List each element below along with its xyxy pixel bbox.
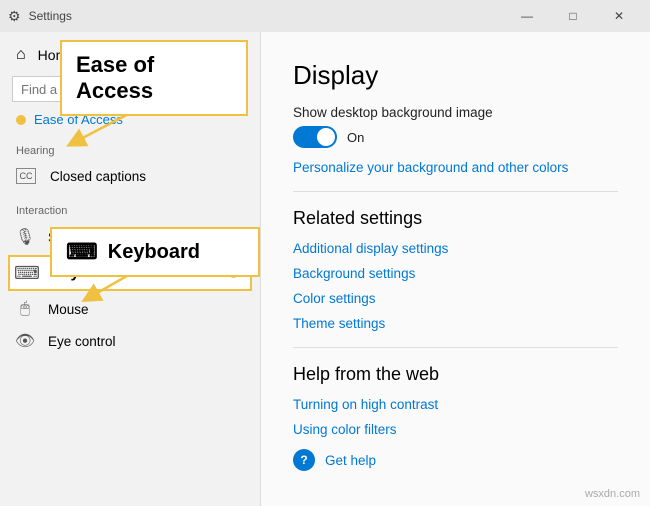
- home-icon: ⌂: [16, 46, 26, 64]
- section-label-hearing: Hearing: [0, 131, 260, 161]
- breadcrumb-dot: [16, 115, 26, 125]
- toggle-label: On: [347, 130, 364, 145]
- mouse-icon: 🖱: [16, 300, 34, 318]
- color-filters-link[interactable]: Using color filters: [293, 422, 618, 437]
- related-settings-title: Related settings: [293, 208, 618, 229]
- show-bg-row: Show desktop background image: [293, 105, 618, 120]
- closed-captions-icon: CC: [16, 168, 36, 184]
- sidebar-item-mouse[interactable]: 🖱 Mouse: [0, 293, 260, 325]
- background-settings-link[interactable]: Background settings: [293, 266, 618, 281]
- help-icon: ?: [293, 449, 315, 471]
- callout-ease-of-access: Ease of Access: [60, 40, 248, 116]
- page-title: Display: [293, 60, 618, 91]
- watermark: wsxdn.com: [585, 488, 640, 500]
- speech-icon: 🎙: [16, 228, 34, 246]
- background-toggle[interactable]: [293, 126, 337, 148]
- toggle-row: On: [293, 126, 618, 148]
- help-from-web-title: Help from the web: [293, 364, 618, 385]
- callout-ease-text: Ease of Access: [76, 52, 154, 103]
- get-help-link[interactable]: Get help: [325, 453, 376, 468]
- divider-1: [293, 191, 618, 192]
- sidebar-item-label: Closed captions: [50, 169, 146, 184]
- personalize-link[interactable]: Personalize your background and other co…: [293, 160, 618, 175]
- callout-keyboard: ⌨ Keyboard: [50, 227, 260, 277]
- title-bar-text: Settings: [29, 9, 72, 23]
- app-container: ⌂ Home 🔍 Ease of Access Hearing CC Close…: [0, 32, 650, 506]
- show-bg-label: Show desktop background image: [293, 105, 493, 120]
- color-settings-link[interactable]: Color settings: [293, 291, 618, 306]
- sidebar-item-label: Eye control: [48, 334, 116, 349]
- sidebar-item-eye-control[interactable]: 👁 Eye control: [0, 325, 260, 357]
- callout-keyboard-text: Keyboard: [108, 241, 200, 264]
- section-label-interaction: Interaction: [0, 191, 260, 221]
- sidebar-item-label: Mouse: [48, 302, 89, 317]
- main-panel: Display Show desktop background image On…: [260, 32, 650, 506]
- eye-control-icon: 👁: [16, 332, 34, 350]
- minimize-button[interactable]: —: [504, 0, 550, 32]
- high-contrast-link[interactable]: Turning on high contrast: [293, 397, 618, 412]
- callout-keyboard-icon: ⌨: [66, 239, 98, 265]
- get-help-row: ? Get help: [293, 449, 618, 471]
- maximize-button[interactable]: □: [550, 0, 596, 32]
- title-bar: ⚙ Settings — □ ✕: [0, 0, 650, 32]
- title-bar-left: ⚙ Settings: [8, 8, 72, 25]
- sidebar-item-closed-captions[interactable]: CC Closed captions: [0, 161, 260, 191]
- keyboard-icon: ⌨: [18, 264, 36, 282]
- settings-icon: ⚙: [8, 8, 21, 25]
- title-bar-controls: — □ ✕: [504, 0, 642, 32]
- additional-display-link[interactable]: Additional display settings: [293, 241, 618, 256]
- toggle-thumb: [317, 128, 335, 146]
- close-button[interactable]: ✕: [596, 0, 642, 32]
- sidebar: ⌂ Home 🔍 Ease of Access Hearing CC Close…: [0, 32, 260, 506]
- theme-settings-link[interactable]: Theme settings: [293, 316, 618, 331]
- divider-2: [293, 347, 618, 348]
